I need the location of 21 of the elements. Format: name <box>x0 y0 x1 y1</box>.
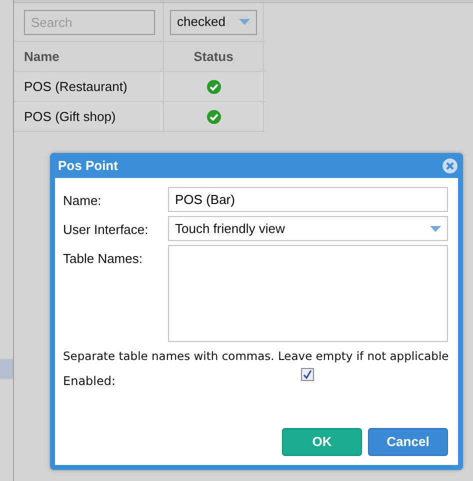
select-field[interactable]: Touch friendly view <box>168 216 448 241</box>
dialog-title: Pos Point <box>58 156 118 175</box>
field-label: Enabled: <box>63 373 117 390</box>
table-cell-text: POS (Restaurant) <box>24 78 128 96</box>
column-header: Name <box>24 48 60 66</box>
caret-icon <box>239 19 250 25</box>
textarea-field[interactable] <box>168 245 448 342</box>
hint-text: Separate table names with commas. Leave empty if not applicable <box>63 348 448 365</box>
close-icon[interactable] <box>442 158 458 174</box>
field-label: Name: <box>63 192 102 210</box>
search-field[interactable]: Search <box>24 10 155 34</box>
field-label: Table Names: <box>63 250 144 268</box>
status-filter-dropdown[interactable]: checked <box>170 10 257 34</box>
selected-row-highlight <box>0 359 13 379</box>
cancel-button[interactable]: Cancel <box>368 428 448 456</box>
field-label: User Interface: <box>63 221 150 239</box>
column-header: Status <box>194 48 234 66</box>
caret-icon <box>430 226 441 232</box>
text-field[interactable]: POS (Bar) <box>168 187 448 212</box>
checkbox[interactable] <box>301 368 314 382</box>
table-cell-text: POS (Gift shop) <box>24 108 116 126</box>
